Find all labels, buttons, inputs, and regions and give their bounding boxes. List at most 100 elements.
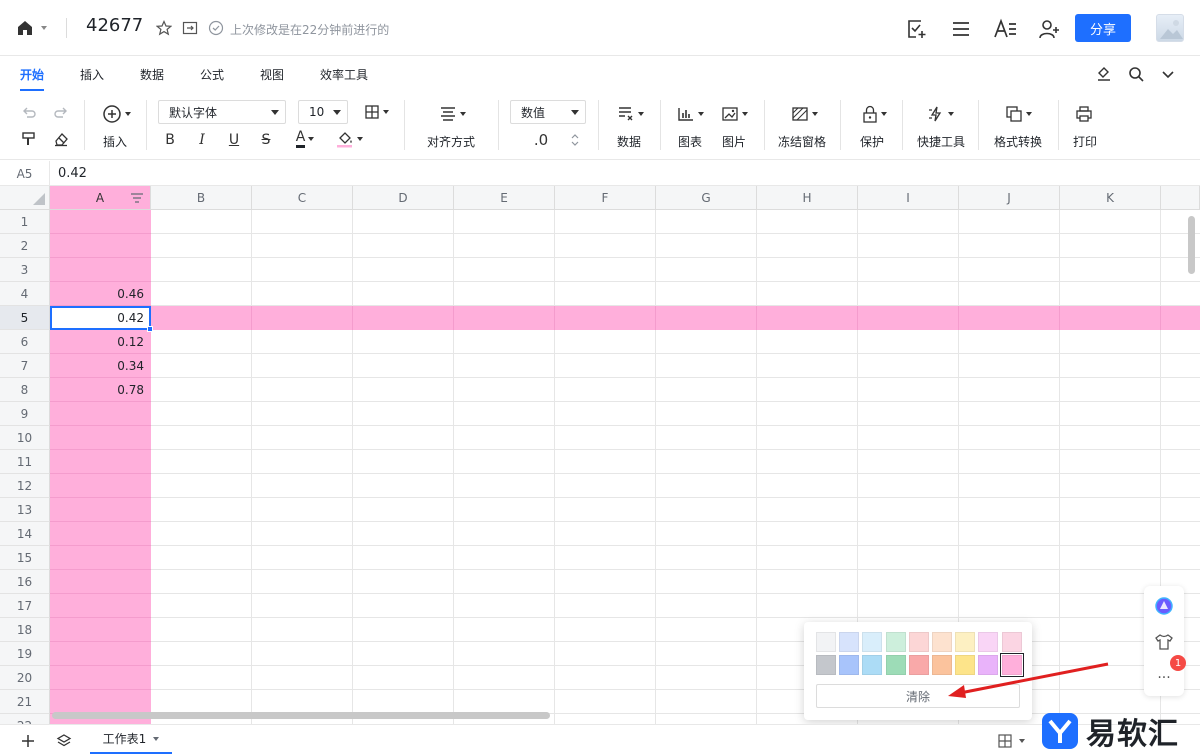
cell-a8[interactable]: 0.78 bbox=[50, 378, 151, 402]
print-button[interactable] bbox=[1074, 104, 1094, 124]
more-options-icon[interactable]: ··· bbox=[1154, 668, 1174, 688]
theme-skin-icon[interactable] bbox=[1154, 632, 1174, 652]
text-style-icon[interactable] bbox=[992, 16, 1018, 42]
insert-button[interactable] bbox=[98, 104, 134, 124]
color-swatch[interactable] bbox=[1001, 632, 1022, 652]
column-header-c[interactable]: C bbox=[252, 186, 353, 210]
underline-button[interactable]: U bbox=[224, 130, 244, 150]
menu-icon[interactable] bbox=[948, 16, 974, 42]
row-header-8[interactable]: 8 bbox=[0, 378, 50, 402]
fill-color-button[interactable] bbox=[332, 128, 366, 150]
row-header-7[interactable]: 7 bbox=[0, 354, 50, 378]
collapse-ribbon-icon[interactable] bbox=[1158, 64, 1178, 84]
vertical-scrollbar[interactable] bbox=[1188, 216, 1195, 274]
decimal-stepper-icon[interactable] bbox=[568, 130, 582, 150]
bold-button[interactable]: B bbox=[160, 130, 180, 150]
undo-icon[interactable] bbox=[20, 104, 38, 122]
row-header-17[interactable]: 17 bbox=[0, 594, 50, 618]
tab-efficiency-tools[interactable]: 效率工具 bbox=[320, 66, 368, 83]
document-title[interactable]: 42677 bbox=[86, 15, 143, 36]
color-swatch[interactable] bbox=[955, 632, 976, 652]
share-button[interactable]: 分享 bbox=[1075, 14, 1131, 42]
cell-a5[interactable]: 0.42 bbox=[50, 306, 151, 330]
column-header-a[interactable]: A bbox=[50, 186, 151, 210]
column-header-f[interactable]: F bbox=[555, 186, 656, 210]
redo-icon[interactable] bbox=[52, 104, 70, 122]
color-swatch[interactable] bbox=[862, 655, 883, 675]
color-swatch[interactable] bbox=[885, 655, 906, 675]
column-header-k[interactable]: K bbox=[1060, 186, 1161, 210]
column-header-d[interactable]: D bbox=[353, 186, 454, 210]
avatar[interactable] bbox=[1156, 14, 1184, 42]
column-header-g[interactable]: G bbox=[656, 186, 757, 210]
formula-input[interactable]: 0.42 bbox=[58, 166, 87, 181]
color-swatch[interactable] bbox=[839, 632, 860, 652]
column-header-i[interactable]: I bbox=[858, 186, 959, 210]
cell-a4[interactable]: 0.46 bbox=[50, 282, 151, 306]
tab-start[interactable]: 开始 bbox=[20, 66, 44, 83]
row-header-1[interactable]: 1 bbox=[0, 210, 50, 234]
star-icon[interactable] bbox=[154, 18, 174, 38]
color-swatch[interactable] bbox=[908, 632, 929, 652]
color-swatch[interactable] bbox=[932, 632, 952, 652]
image-button[interactable] bbox=[716, 104, 752, 124]
row-header-19[interactable]: 19 bbox=[0, 642, 50, 666]
cell-a6[interactable]: 0.12 bbox=[50, 330, 151, 354]
clear-format-icon[interactable] bbox=[52, 130, 70, 148]
number-format-select[interactable]: 数值 bbox=[510, 100, 586, 124]
add-sheet-icon[interactable] bbox=[20, 733, 36, 749]
column-header-h[interactable]: H bbox=[757, 186, 858, 210]
tab-view[interactable]: 视图 bbox=[260, 66, 284, 83]
freeze-panes-button[interactable] bbox=[786, 104, 822, 124]
row-header-10[interactable]: 10 bbox=[0, 426, 50, 450]
column-header-e[interactable]: E bbox=[454, 186, 555, 210]
row-header-13[interactable]: 13 bbox=[0, 498, 50, 522]
filter-icon[interactable] bbox=[130, 192, 144, 204]
column-header-b[interactable]: B bbox=[151, 186, 252, 210]
row-header-2[interactable]: 2 bbox=[0, 234, 50, 258]
align-button[interactable] bbox=[434, 104, 470, 124]
row-header-6[interactable]: 6 bbox=[0, 330, 50, 354]
italic-button[interactable]: I bbox=[192, 130, 212, 150]
row-header-14[interactable]: 14 bbox=[0, 522, 50, 546]
horizontal-scrollbar[interactable] bbox=[52, 712, 550, 719]
decimal-places-button[interactable]: .0 bbox=[526, 130, 556, 150]
cell-a7[interactable]: 0.34 bbox=[50, 354, 151, 378]
sheet-tab-1[interactable]: 工作表1 bbox=[90, 725, 172, 754]
color-swatch[interactable] bbox=[978, 632, 999, 652]
color-swatch[interactable] bbox=[908, 655, 929, 675]
column-header-j[interactable]: J bbox=[959, 186, 1060, 210]
row-header-16[interactable]: 16 bbox=[0, 570, 50, 594]
format-convert-button[interactable] bbox=[1000, 104, 1036, 124]
fill-handle[interactable] bbox=[147, 326, 153, 332]
font-family-select[interactable]: 默认字体 bbox=[158, 100, 286, 124]
view-mode-button[interactable] bbox=[998, 733, 1030, 749]
color-swatch[interactable] bbox=[816, 632, 836, 652]
quick-tools-button[interactable] bbox=[922, 104, 958, 124]
move-to-folder-icon[interactable] bbox=[180, 18, 200, 38]
borders-button[interactable] bbox=[360, 102, 392, 122]
protect-button[interactable] bbox=[856, 104, 892, 124]
search-icon[interactable] bbox=[1126, 64, 1146, 84]
tab-formula[interactable]: 公式 bbox=[200, 66, 224, 83]
cell-reference[interactable]: A5 bbox=[0, 161, 50, 186]
color-swatch[interactable] bbox=[885, 632, 906, 652]
add-collaborator-icon[interactable] bbox=[1036, 16, 1062, 42]
row-header-9[interactable]: 9 bbox=[0, 402, 50, 426]
format-painter-icon[interactable] bbox=[1094, 64, 1114, 84]
ai-assistant-icon[interactable] bbox=[1154, 596, 1174, 616]
row-header-15[interactable]: 15 bbox=[0, 546, 50, 570]
row-header-21[interactable]: 21 bbox=[0, 690, 50, 714]
row-header-12[interactable]: 12 bbox=[0, 474, 50, 498]
sheet-list-icon[interactable] bbox=[56, 733, 72, 749]
data-button[interactable] bbox=[612, 104, 648, 124]
add-task-icon[interactable] bbox=[903, 16, 929, 42]
font-size-select[interactable]: 10 bbox=[298, 100, 348, 124]
font-color-button[interactable]: A bbox=[288, 128, 322, 150]
chart-button[interactable] bbox=[672, 104, 708, 124]
format-brush-icon[interactable] bbox=[20, 130, 38, 148]
row-header-3[interactable]: 3 bbox=[0, 258, 50, 282]
tab-data[interactable]: 数据 bbox=[140, 66, 164, 83]
tab-insert[interactable]: 插入 bbox=[80, 66, 104, 83]
color-swatch[interactable] bbox=[816, 655, 836, 675]
